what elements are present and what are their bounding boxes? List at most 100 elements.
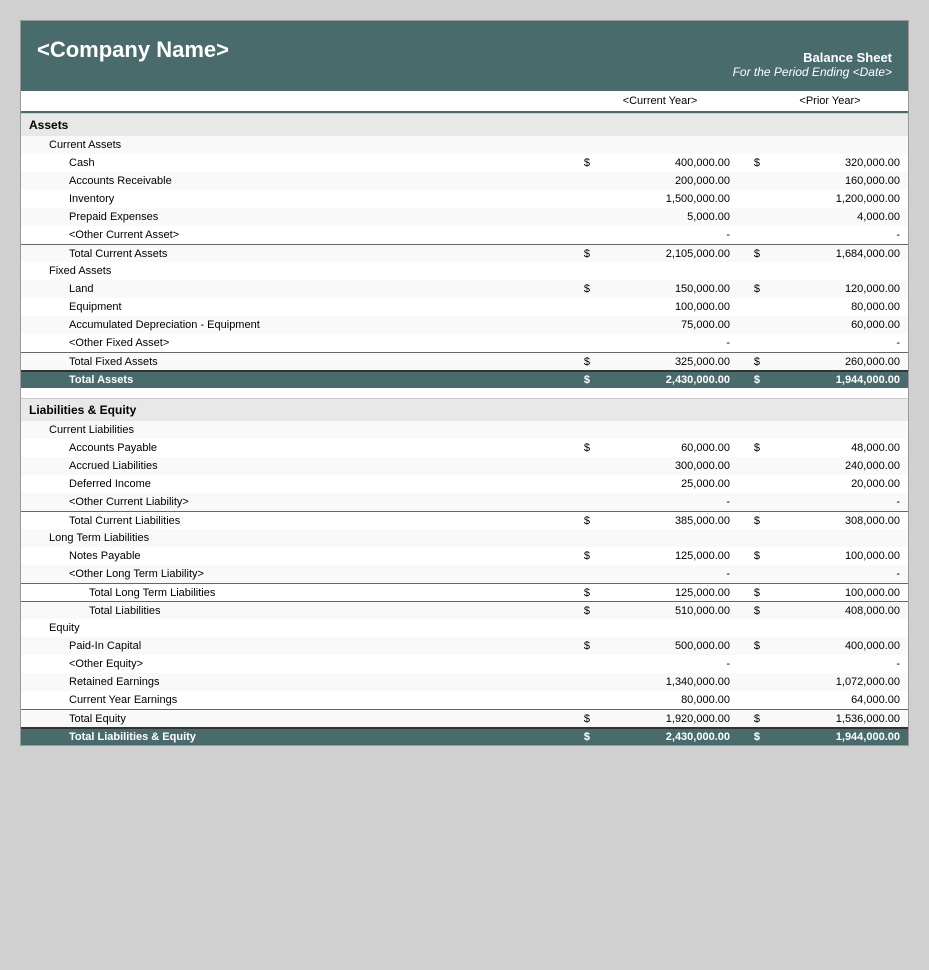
- equipment-row: Equipment 100,000.00 80,000.00: [21, 298, 908, 316]
- current-year-earnings-row: Current Year Earnings 80,000.00 64,000.0…: [21, 691, 908, 709]
- total-cl-row: Total Current Liabilities $ 385,000.00 $…: [21, 511, 908, 529]
- total-liab-row: Total Liabilities $ 510,000.00 $ 408,000…: [21, 601, 908, 619]
- total-fa-prior-dollar: $: [730, 356, 760, 368]
- other-fa-row: <Other Fixed Asset> - -: [21, 334, 908, 352]
- ap-label: Accounts Payable: [29, 442, 510, 454]
- total-cl-prior: 308,000.00: [760, 515, 900, 527]
- land-prior-dollar: $: [730, 283, 760, 295]
- prior-year-header: <Prior Year>: [760, 95, 900, 107]
- assets-section-header: Assets: [21, 113, 908, 136]
- total-liab-prior: 408,000.00: [760, 605, 900, 617]
- notes-payable-prior-dollar: $: [730, 550, 760, 562]
- current-year-earnings-current: 80,000.00: [590, 694, 730, 706]
- current-year-header: <Current Year>: [590, 95, 730, 107]
- land-dollar: $: [510, 283, 590, 295]
- accrued-liab-label: Accrued Liabilities: [29, 460, 510, 472]
- total-assets-prior-dollar: $: [730, 374, 760, 386]
- total-fa-current: 325,000.00: [590, 356, 730, 368]
- cash-prior-dollar: $: [730, 157, 760, 169]
- other-ca-row: <Other Current Asset> - -: [21, 226, 908, 244]
- total-equity-current: 1,920,000.00: [590, 713, 730, 725]
- total-lt-current: 125,000.00: [590, 587, 730, 599]
- paid-in-capital-row: Paid-In Capital $ 500,000.00 $ 400,000.0…: [21, 637, 908, 655]
- total-lt-label: Total Long Term Liabilities: [29, 587, 510, 599]
- inventory-row: Inventory 1,500,000.00 1,200,000.00: [21, 190, 908, 208]
- cash-label: Cash: [29, 157, 510, 169]
- ar-label: Accounts Receivable: [29, 175, 510, 187]
- current-assets-label: Current Assets: [29, 139, 510, 151]
- land-current: 150,000.00: [590, 283, 730, 295]
- column-headers: <Current Year> <Prior Year>: [21, 91, 908, 113]
- retained-earnings-label: Retained Earnings: [29, 676, 510, 688]
- liabilities-section-header: Liabilities & Equity: [21, 398, 908, 421]
- ap-prior: 48,000.00: [760, 442, 900, 454]
- total-cl-prior-dollar: $: [730, 515, 760, 527]
- equity-label-row: Equity: [21, 619, 908, 637]
- header-right: Balance Sheet For the Period Ending <Dat…: [733, 50, 892, 79]
- cash-prior: 320,000.00: [760, 157, 900, 169]
- total-cl-label: Total Current Liabilities: [29, 515, 510, 527]
- other-lt-prior: -: [760, 568, 900, 580]
- accrued-liab-prior: 240,000.00: [760, 460, 900, 472]
- current-liab-label: Current Liabilities: [29, 424, 510, 436]
- total-equity-prior-dollar: $: [730, 713, 760, 725]
- total-cl-current: 385,000.00: [590, 515, 730, 527]
- accum-depr-label: Accumulated Depreciation - Equipment: [29, 319, 510, 331]
- other-lt-label: <Other Long Term Liability>: [29, 568, 510, 580]
- ar-prior: 160,000.00: [760, 175, 900, 187]
- notes-payable-current: 125,000.00: [590, 550, 730, 562]
- current-year-earnings-label: Current Year Earnings: [29, 694, 510, 706]
- retained-earnings-row: Retained Earnings 1,340,000.00 1,072,000…: [21, 673, 908, 691]
- paid-in-capital-dollar: $: [510, 640, 590, 652]
- total-assets-label: Total Assets: [29, 374, 510, 386]
- accrued-liab-row: Accrued Liabilities 300,000.00 240,000.0…: [21, 457, 908, 475]
- ap-row: Accounts Payable $ 60,000.00 $ 48,000.00: [21, 439, 908, 457]
- prepaid-current: 5,000.00: [590, 211, 730, 223]
- other-lt-row: <Other Long Term Liability> - -: [21, 565, 908, 583]
- other-fa-current: -: [590, 337, 730, 349]
- other-ca-current: -: [590, 229, 730, 241]
- ap-dollar: $: [510, 442, 590, 454]
- total-fa-row: Total Fixed Assets $ 325,000.00 $ 260,00…: [21, 352, 908, 370]
- lt-liab-label: Long Term Liabilities: [29, 532, 510, 544]
- total-liab-current: 510,000.00: [590, 605, 730, 617]
- inventory-prior: 1,200,000.00: [760, 193, 900, 205]
- prepaid-prior: 4,000.00: [760, 211, 900, 223]
- land-row: Land $ 150,000.00 $ 120,000.00: [21, 280, 908, 298]
- accrued-liab-current: 300,000.00: [590, 460, 730, 472]
- other-cl-current: -: [590, 496, 730, 508]
- prior-dollar-col-header: [730, 95, 760, 107]
- ar-row: Accounts Receivable 200,000.00 160,000.0…: [21, 172, 908, 190]
- deferred-income-prior: 20,000.00: [760, 478, 900, 490]
- other-cl-row: <Other Current Liability> - -: [21, 493, 908, 511]
- prepaid-label: Prepaid Expenses: [29, 211, 510, 223]
- current-liab-label-row: Current Liabilities: [21, 421, 908, 439]
- total-equity-dollar: $: [510, 713, 590, 725]
- retained-earnings-current: 1,340,000.00: [590, 676, 730, 688]
- total-assets-current: 2,430,000.00: [590, 374, 730, 386]
- total-equity-row: Total Equity $ 1,920,000.00 $ 1,536,000.…: [21, 709, 908, 727]
- total-ca-prior: 1,684,000.00: [760, 248, 900, 260]
- total-equity-prior: 1,536,000.00: [760, 713, 900, 725]
- accum-depr-current: 75,000.00: [590, 319, 730, 331]
- other-ca-label: <Other Current Asset>: [29, 229, 510, 241]
- equity-label: Equity: [29, 622, 510, 634]
- prepaid-row: Prepaid Expenses 5,000.00 4,000.00: [21, 208, 908, 226]
- notes-payable-dollar: $: [510, 550, 590, 562]
- other-ca-prior: -: [760, 229, 900, 241]
- total-fa-dollar: $: [510, 356, 590, 368]
- notes-payable-label: Notes Payable: [29, 550, 510, 562]
- other-fa-label: <Other Fixed Asset>: [29, 337, 510, 349]
- accum-depr-prior: 60,000.00: [760, 319, 900, 331]
- cash-current: 400,000.00: [590, 157, 730, 169]
- other-equity-prior: -: [760, 658, 900, 670]
- other-fa-prior: -: [760, 337, 900, 349]
- retained-earnings-prior: 1,072,000.00: [760, 676, 900, 688]
- grand-total-current: 2,430,000.00: [590, 731, 730, 743]
- other-equity-row: <Other Equity> - -: [21, 655, 908, 673]
- grand-total-label: Total Liabilities & Equity: [29, 731, 510, 743]
- total-liab-prior-dollar: $: [730, 605, 760, 617]
- equipment-prior: 80,000.00: [760, 301, 900, 313]
- total-ca-prior-dollar: $: [730, 248, 760, 260]
- paid-in-capital-label: Paid-In Capital: [29, 640, 510, 652]
